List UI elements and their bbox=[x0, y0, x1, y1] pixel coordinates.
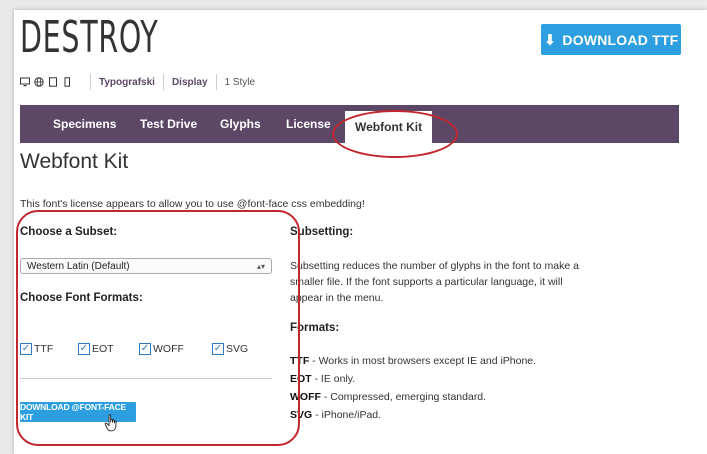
phone-icon bbox=[64, 77, 70, 87]
format-desc-svg: SVG - iPhone/iPad. bbox=[290, 409, 381, 421]
license-note: This font's license appears to allow you… bbox=[20, 198, 365, 210]
font-meta-row: Typografski Display 1 Style bbox=[20, 74, 255, 90]
foundry-link[interactable]: Typografski bbox=[99, 77, 155, 88]
subsetting-text: Subsetting reduces the number of glyphs … bbox=[290, 258, 579, 306]
download-ttf-label: DOWNLOAD TTF bbox=[562, 31, 679, 48]
format-description: - iPhone/iPad. bbox=[312, 409, 382, 421]
format-description: - Compressed, emerging standard. bbox=[320, 391, 487, 403]
download-ttf-button[interactable]: ⬇ DOWNLOAD TTF bbox=[541, 24, 681, 55]
meta-divider bbox=[90, 74, 91, 90]
desktop-icon bbox=[20, 77, 30, 87]
subsetting-line: appear in the menu. bbox=[290, 292, 384, 304]
format-description: - Works in most browsers except IE and i… bbox=[309, 355, 537, 367]
page-title: Webfont Kit bbox=[20, 150, 129, 173]
meta-divider bbox=[162, 74, 164, 90]
tab-license[interactable]: License bbox=[286, 105, 331, 143]
tab-test-drive[interactable]: Test Drive bbox=[140, 105, 197, 143]
format-desc-ttf: TTF - Works in most browsers except IE a… bbox=[290, 355, 536, 367]
annotation-circle-options bbox=[16, 210, 300, 446]
web-icon bbox=[34, 77, 44, 87]
download-arrow-icon: ⬇ bbox=[543, 31, 557, 49]
subsetting-line: smaller file. If the font supports a par… bbox=[290, 276, 563, 288]
format-description: - IE only. bbox=[311, 373, 356, 385]
tab-specimens[interactable]: Specimens bbox=[53, 105, 116, 143]
platform-icons bbox=[20, 77, 72, 87]
format-desc-woff: WOFF - Compressed, emerging standard. bbox=[290, 391, 486, 403]
annotation-circle-tab bbox=[332, 110, 458, 158]
style-count: 1 Style bbox=[224, 76, 256, 88]
subsetting-line: Subsetting reduces the number of glyphs … bbox=[290, 260, 579, 272]
category-link[interactable]: Display bbox=[172, 77, 208, 88]
font-name-title: DESTROY bbox=[20, 12, 159, 63]
meta-divider bbox=[215, 74, 217, 90]
tablet-icon bbox=[49, 77, 57, 87]
tab-glyphs[interactable]: Glyphs bbox=[220, 105, 261, 143]
